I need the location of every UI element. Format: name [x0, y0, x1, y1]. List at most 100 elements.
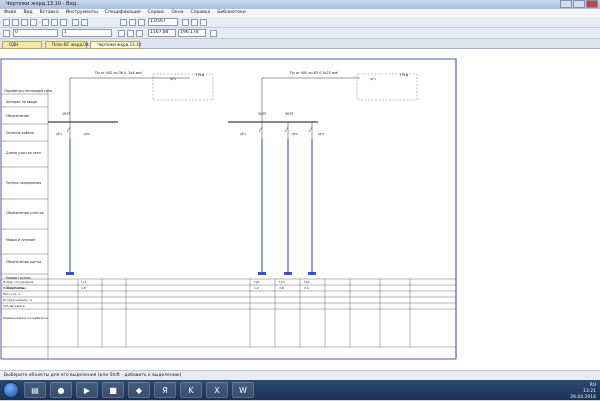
feeder-label-right: Пр от 400 яч.В3 0,5х25 мм² [290, 71, 339, 75]
row-label: Параметры питающей сети [4, 89, 52, 93]
menu-bar: Файл Вид Вставка Инструменты Спецификаци… [0, 9, 600, 17]
breaker-labels: QF1 QF2 QF1 QF2 QF3 [56, 132, 324, 136]
taskbar-excel-icon[interactable]: X [206, 382, 228, 398]
taskbar-app-icon[interactable]: ■ [102, 382, 124, 398]
layer-select[interactable]: 0 [13, 29, 58, 37]
drawing-canvas[interactable]: Параметры питающей сети Аппарат на вводе… [0, 49, 600, 370]
taskbar-chrome-icon[interactable]: ● [50, 382, 72, 398]
menu-item-file[interactable]: Файл [4, 9, 16, 17]
taskbar-cad-icon[interactable]: K [180, 382, 202, 398]
branch-circuits [66, 122, 313, 274]
terminal-marks [66, 272, 316, 275]
document-tabs: ОДН План ВС жкрд.08.10 Чертежи жкрд.13.1… [0, 39, 600, 49]
svg-text:1,2: 1,2 [254, 286, 259, 290]
menu-item-window[interactable]: Окно [171, 9, 183, 17]
feeder-label-left: Пр от 400 яч.36 0, 3х4 мм² [95, 71, 143, 75]
menu-item-insert[interactable]: Вставка [40, 9, 59, 17]
line-style-select[interactable]: 1 [62, 29, 112, 37]
svg-text:Наименование потребителя: Наименование потребителя [3, 316, 48, 320]
row-label: Марка и сечение [6, 238, 35, 242]
coord-x-field: 1167.84 [148, 29, 176, 37]
taskbar-app-icon[interactable]: ◆ [128, 382, 150, 398]
svg-text:QF1: QF1 [240, 132, 246, 136]
svg-text:Номер стр.раздела: Номер стр.раздела [3, 280, 33, 284]
system-tray: RU 13:21 26.04.2016 [570, 383, 596, 401]
style-icon[interactable] [3, 30, 10, 37]
row-label: Длина участка сети [6, 151, 41, 155]
redo-icon[interactable] [81, 19, 88, 26]
box-contents: QF1 QF1 [170, 77, 376, 81]
layers-icon[interactable] [200, 19, 207, 26]
start-button[interactable] [3, 382, 19, 398]
svg-text:QF1: QF1 [370, 77, 376, 81]
box-label-right: ГРЩ [400, 73, 408, 77]
scale-input[interactable]: 1.0567 [148, 18, 178, 26]
zoom-window-icon[interactable] [138, 19, 145, 26]
box-label-left: ГРЩ [196, 73, 204, 77]
menu-item-help[interactable]: Справка [190, 9, 210, 17]
menu-item-tools[interactable]: Инструменты [66, 9, 98, 17]
svg-text:QF3: QF3 [318, 132, 324, 136]
minimize-button[interactable] [560, 0, 572, 8]
open-file-icon[interactable] [12, 19, 19, 26]
tab-odn[interactable]: ОДН [2, 41, 42, 49]
svg-text:Гр1: Гр1 [81, 280, 87, 284]
svg-text:3,6: 3,6 [279, 286, 284, 290]
svg-text:QF2: QF2 [292, 132, 298, 136]
svg-text:Потеря напряж. %: Потеря напряж. % [3, 298, 32, 302]
svg-text:Гр2: Гр2 [254, 280, 260, 284]
taskbar-word-icon[interactable]: W [232, 382, 254, 398]
copy-icon[interactable] [51, 19, 58, 26]
properties-toolbar: 0 1 1167.84 196.178 [0, 28, 600, 39]
svg-text:Расч.ток. А: Расч.ток. А [3, 292, 21, 296]
zoom-out-icon[interactable] [129, 19, 136, 26]
menu-item-libraries[interactable]: Библиотеки [217, 9, 245, 17]
row-label: Сечение кабеля [6, 131, 34, 135]
taskbar-explorer-icon[interactable]: ▤ [24, 382, 46, 398]
ortho-icon[interactable] [127, 30, 134, 37]
svg-text:QF2: QF2 [84, 132, 90, 136]
svg-text:2,4: 2,4 [304, 286, 309, 290]
snap-icon[interactable] [118, 30, 125, 37]
status-bar: Выберите объекты для его выделения (или … [0, 370, 600, 380]
window-title: Чертежи жкрд.13.10 - Вид.. [6, 1, 80, 7]
tab-drawing[interactable]: Чертежи жкрд.13.10 [90, 41, 141, 49]
taskbar-media-icon[interactable]: ▶ [76, 382, 98, 398]
standard-toolbar: 1.0567 [0, 17, 600, 28]
maximize-button[interactable] [573, 0, 585, 8]
bus-label: 2КЗТ [258, 112, 268, 116]
dashed-box-right [356, 73, 418, 101]
left-table-labels: Параметры питающей сети Аппарат на вводе… [4, 89, 52, 290]
bottom-table [1, 278, 456, 348]
svg-text:Гр3: Гр3 [279, 280, 285, 284]
row-label: Обозначение щитка [6, 260, 41, 264]
tab-plan[interactable]: План ВС жкрд.08.10 [45, 41, 95, 49]
svg-text:Гр4: Гр4 [304, 280, 310, 284]
save-icon[interactable] [21, 19, 28, 26]
undo-icon[interactable] [72, 19, 79, 26]
pan-icon[interactable] [182, 19, 189, 26]
close-button[interactable] [586, 0, 598, 8]
new-file-icon[interactable] [3, 19, 10, 26]
menu-item-spec[interactable]: Спецификация [105, 9, 141, 17]
print-icon[interactable] [30, 19, 37, 26]
row-label: Обозначение [6, 114, 29, 118]
app-window: Чертежи жкрд.13.10 - Вид.. Файл Вид Вста… [0, 0, 600, 380]
title-bar: Чертежи жкрд.13.10 - Вид.. [0, 0, 600, 9]
measure-icon[interactable] [210, 30, 217, 37]
grid-icon[interactable] [136, 30, 143, 37]
taskbar: ▤ ● ▶ ■ ◆ Я K X W RU 13:21 26.04.2016 [0, 380, 600, 400]
cut-icon[interactable] [42, 19, 49, 26]
refresh-icon[interactable] [191, 19, 198, 26]
tray-date: 26.04.2016 [570, 395, 596, 400]
svg-text:QF1: QF1 [170, 77, 176, 81]
zoom-in-icon[interactable] [120, 19, 127, 26]
menu-item-service[interactable]: Сервис [148, 9, 165, 17]
paste-icon[interactable] [60, 19, 67, 26]
svg-text:QF1: QF1 [56, 132, 62, 136]
row-label: Потеря напряжения [6, 181, 41, 185]
branch-highlights [69, 139, 313, 274]
taskbar-yandex-icon[interactable]: Я [154, 382, 176, 398]
menu-item-view[interactable]: Вид [23, 9, 32, 17]
svg-text:1,8: 1,8 [81, 286, 86, 290]
